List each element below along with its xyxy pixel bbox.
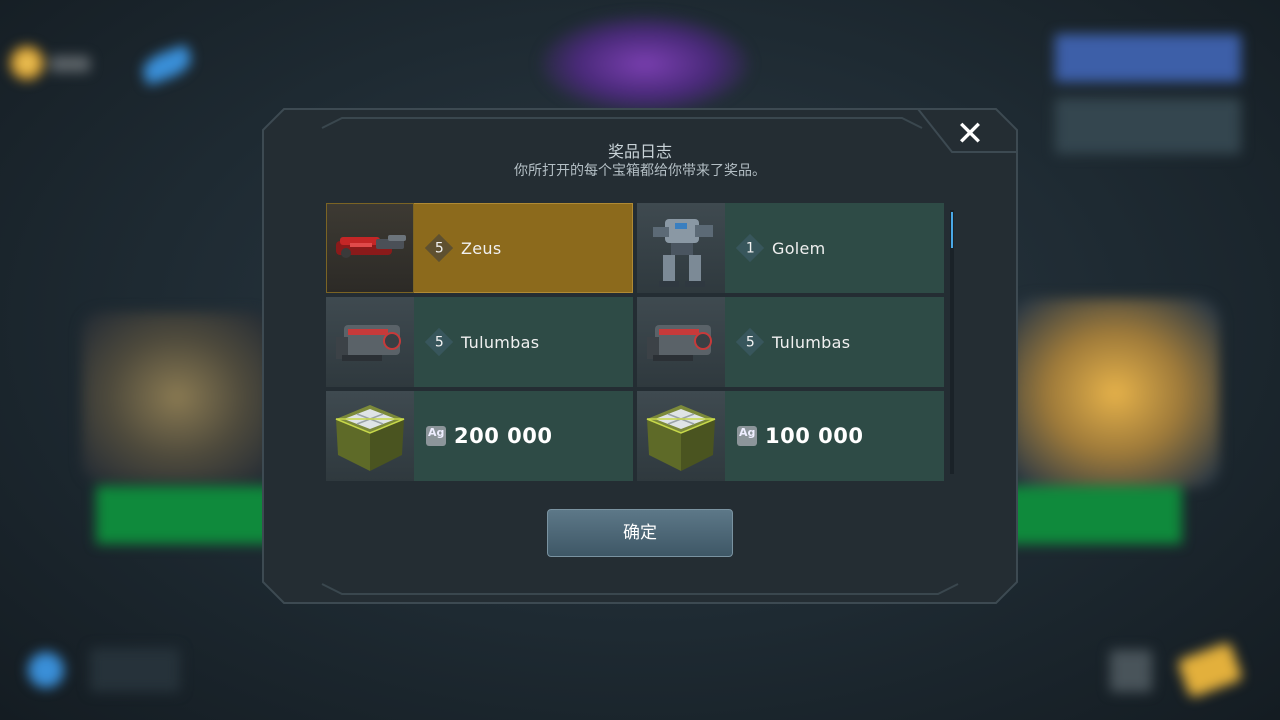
dialog-subtitle: 你所打开的每个宝箱都给你带来了奖品。 <box>514 163 766 179</box>
silver-currency-icon: Ag <box>426 426 446 446</box>
reward-name: Tulumbas <box>461 332 540 352</box>
scrollbar-track[interactable] <box>950 210 954 474</box>
close-button[interactable]: ✕ <box>946 114 994 154</box>
reward-item-silver[interactable]: Ag 100 000 <box>637 391 944 481</box>
gold-coin-icon <box>10 46 44 80</box>
chest-image-left <box>82 312 272 482</box>
confirm-button[interactable]: 确定 <box>547 509 733 557</box>
reward-item-tulumbas[interactable]: 5 Tulumbas <box>326 297 633 387</box>
blurred-buy-button-right <box>1004 486 1182 544</box>
reward-name: Zeus <box>461 238 502 258</box>
reward-item-silver[interactable]: Ag 200 000 <box>326 391 633 481</box>
blurred-top-button <box>1055 34 1241 82</box>
count-badge: 5 <box>424 327 454 357</box>
zeus-weapon-icon <box>326 203 414 293</box>
blurred-bottom-panel <box>90 648 180 692</box>
silver-crate-icon <box>637 391 725 481</box>
dialog-title: 奖品日志 <box>607 142 672 161</box>
count-badge: 5 <box>735 327 765 357</box>
blurred-ticket-icon <box>1176 641 1244 699</box>
key-icon <box>139 44 195 86</box>
count-badge: 1 <box>735 233 765 263</box>
reward-item-zeus[interactable]: 5 Zeus <box>326 203 633 293</box>
blurred-bottom-icon <box>28 652 64 688</box>
blurred-menu-icon <box>1110 650 1152 692</box>
golem-robot-icon <box>637 203 725 293</box>
reward-amount: 200 000 <box>454 424 553 448</box>
chest-image-right <box>1010 298 1220 488</box>
scrollbar-thumb[interactable] <box>951 212 953 248</box>
blurred-top-button-2 <box>1055 98 1241 154</box>
tulumbas-weapon-icon <box>326 297 414 387</box>
blurred-buy-button-left <box>96 486 276 544</box>
reward-name: Tulumbas <box>772 332 851 352</box>
reward-name: Golem <box>772 238 826 258</box>
league-emblem-icon <box>540 14 750 114</box>
reward-item-golem[interactable]: 1 Golem <box>637 203 944 293</box>
tulumbas-weapon-icon <box>637 297 725 387</box>
reward-item-tulumbas[interactable]: 5 Tulumbas <box>637 297 944 387</box>
gold-amount-blurred <box>50 56 90 72</box>
silver-crate-icon <box>326 391 414 481</box>
close-icon: ✕ <box>955 114 985 154</box>
silver-currency-icon: Ag <box>737 426 757 446</box>
reward-amount: 100 000 <box>765 424 864 448</box>
count-badge: 5 <box>424 233 454 263</box>
